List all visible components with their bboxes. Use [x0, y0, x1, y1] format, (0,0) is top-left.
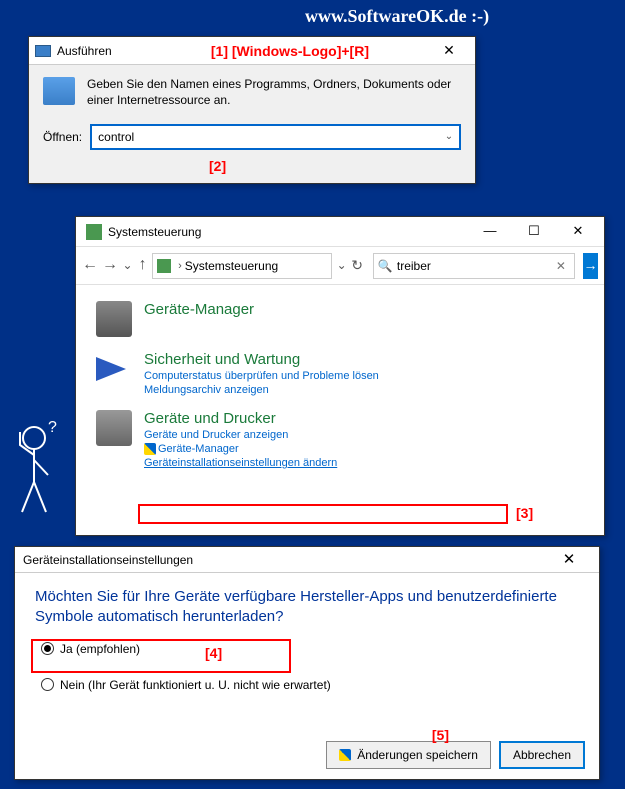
back-button[interactable]: ← [82, 255, 98, 277]
close-button[interactable]: ✕ [429, 40, 469, 62]
chevron-down-icon[interactable]: ⌄ [122, 255, 133, 277]
run-description: Geben Sie den Namen eines Programms, Ord… [87, 77, 461, 108]
search-input[interactable] [397, 259, 552, 273]
shield-icon [144, 443, 156, 455]
cp-item-devices-printers[interactable]: Geräte und Drucker Geräte und Drucker an… [96, 410, 584, 469]
cp-sublink[interactable]: Geräte-Manager [144, 443, 337, 455]
open-input[interactable] [92, 126, 439, 148]
cp-sublink-change-install-settings[interactable]: Geräteinstallationseinstellungen ändern [144, 457, 337, 469]
cp-navbar: ← → ⌄ ↑ › Systemsteuerung ⌄ ↻ 🔍 ✕ → [76, 247, 604, 285]
chevron-down-icon[interactable]: ⌄ [336, 255, 347, 277]
printer-icon [96, 410, 132, 446]
open-label: Öffnen: [43, 130, 82, 144]
cp-item-security[interactable]: Sicherheit und Wartung Computerstatus üb… [96, 351, 584, 396]
svg-text:?: ? [48, 420, 57, 436]
up-button[interactable]: ↑ [137, 255, 148, 277]
radio-no[interactable] [41, 678, 54, 691]
breadcrumb[interactable]: Systemsteuerung [185, 259, 278, 273]
branding-url-top: www.SoftwareOK.de :-) [305, 6, 489, 27]
run-title: Ausführen [57, 44, 211, 58]
clear-search-button[interactable]: ✕ [552, 259, 570, 273]
cp-sublink[interactable]: Computerstatus überprüfen und Probleme l… [144, 370, 379, 382]
cp-item-title: Sicherheit und Wartung [144, 351, 300, 368]
annotation-2: [2] [209, 158, 226, 174]
cp-item-title: Geräte-Manager [144, 301, 254, 318]
run-titlebar: Ausführen [1] [Windows-Logo]+[R] ✕ [29, 37, 475, 65]
search-go-button[interactable]: → [583, 253, 598, 279]
open-combobox[interactable]: ⌄ [90, 124, 461, 150]
forward-button[interactable]: → [102, 255, 118, 277]
device-install-settings-dialog: Geräteinstallationseinstellungen ✕ Möcht… [14, 546, 600, 780]
close-button[interactable]: ✕ [547, 549, 591, 571]
radio-no-label: Nein (Ihr Gerät funktioniert u. U. nicht… [60, 678, 331, 692]
search-icon: 🔍 [378, 259, 393, 273]
cp-title: Systemsteuerung [108, 225, 468, 239]
cp-sublink[interactable]: Geräte und Drucker anzeigen [144, 429, 337, 441]
settings-title: Geräteinstallationseinstellungen [23, 553, 547, 567]
highlight-box-4 [31, 639, 291, 673]
annotation-1: [1] [Windows-Logo]+[R] [211, 43, 369, 59]
maximize-button[interactable]: ☐ [512, 218, 556, 246]
cp-item-device-manager[interactable]: Geräte-Manager [96, 301, 584, 337]
control-panel-window: Systemsteuerung — ☐ ✕ ← → ⌄ ↑ › Systemst… [75, 216, 605, 536]
save-button[interactable]: Änderungen speichern [326, 741, 491, 769]
cancel-button[interactable]: Abbrechen [499, 741, 585, 769]
shield-icon [339, 749, 351, 761]
annotation-3: [3] [516, 505, 533, 521]
minimize-button[interactable]: — [468, 218, 512, 246]
highlight-box-3 [138, 504, 508, 524]
annotation-4: [4] [205, 645, 222, 661]
cp-sublink[interactable]: Meldungsarchiv anzeigen [144, 384, 379, 396]
run-dialog: Ausführen [1] [Windows-Logo]+[R] ✕ Geben… [28, 36, 476, 184]
close-button[interactable]: ✕ [556, 218, 600, 246]
chevron-right-icon: › [178, 260, 182, 272]
flag-icon [96, 357, 126, 381]
stickman-illustration: ? [12, 420, 67, 520]
radio-no-row[interactable]: Nein (Ihr Gerät funktioniert u. U. nicht… [15, 674, 599, 696]
settings-question: Möchten Sie für Ihre Geräte verfügbare H… [15, 573, 599, 638]
refresh-button[interactable]: ↻ [351, 255, 363, 277]
cp-item-title: Geräte und Drucker [144, 410, 276, 427]
chevron-down-icon[interactable]: ⌄ [439, 126, 459, 148]
annotation-5: [5] [432, 727, 449, 743]
run-icon [35, 45, 51, 57]
control-panel-icon [86, 224, 102, 240]
control-panel-icon [157, 259, 171, 273]
settings-titlebar: Geräteinstallationseinstellungen ✕ [15, 547, 599, 573]
cp-titlebar: Systemsteuerung — ☐ ✕ [76, 217, 604, 247]
device-manager-icon [96, 301, 132, 337]
run-app-icon [43, 77, 75, 105]
address-bar[interactable]: › Systemsteuerung [152, 253, 332, 279]
search-box[interactable]: 🔍 ✕ [373, 253, 575, 279]
